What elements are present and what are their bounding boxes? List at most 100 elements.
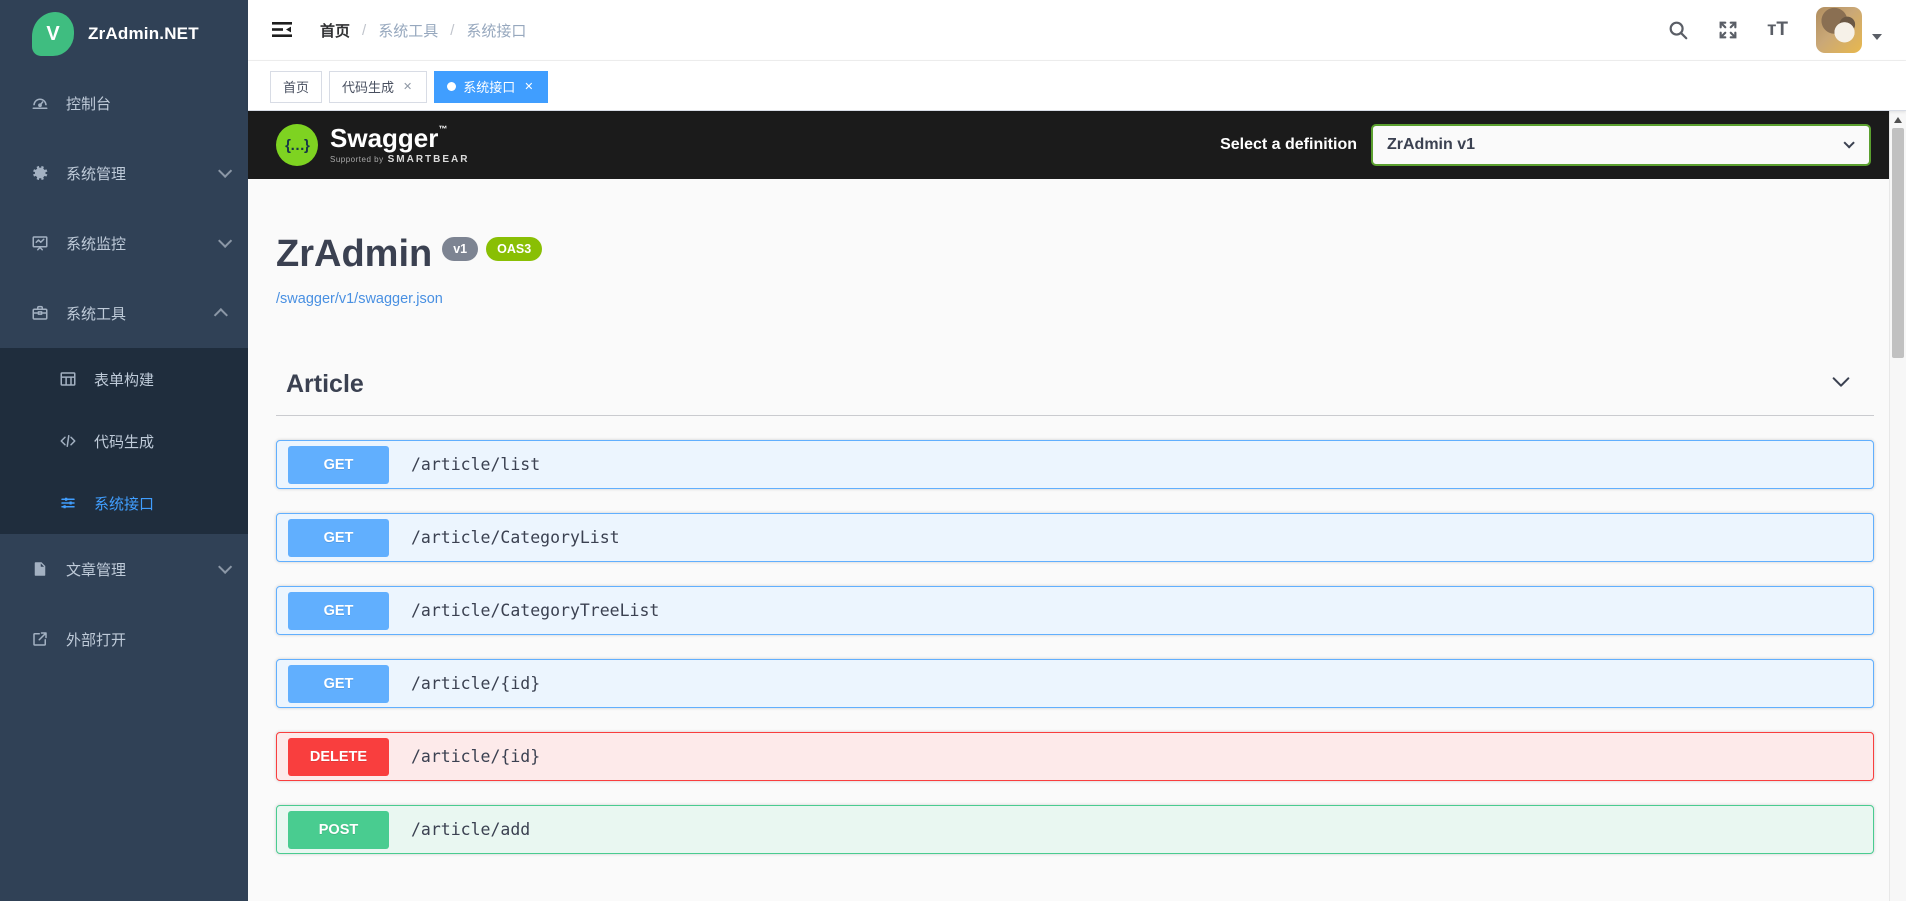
sidebar-item-code-generation[interactable]: 代码生成 <box>0 410 248 472</box>
endpoint-row[interactable]: GET /article/{id} <box>276 659 1874 708</box>
app-title: ZrAdmin.NET <box>88 24 199 43</box>
tab-label: 首页 <box>283 80 310 95</box>
sidebar-item-label: 文章管理 <box>66 561 127 579</box>
sidebar: V ZrAdmin.NET 控制台 系统管理 系统监控 系统工具 表单构建 代码… <box>0 0 248 901</box>
supported-by-line: Supported by SMARTBEAR <box>330 154 470 165</box>
sidebar-item-system-tools[interactable]: 系统工具 <box>0 278 248 348</box>
spec-json-link[interactable]: /swagger/v1/swagger.json <box>276 291 443 307</box>
section-title: Article <box>286 370 364 398</box>
tag-view-bar: 首页 代码生成 ✕ 系统接口 ✕ <box>248 61 1906 111</box>
endpoint-path: /article/list <box>411 455 541 474</box>
sidebar-item-dashboard[interactable]: 控制台 <box>0 68 248 138</box>
sidebar-item-label: 控制台 <box>66 95 112 113</box>
avatar[interactable] <box>1816 7 1862 53</box>
api-title: ZrAdmin <box>276 233 433 275</box>
fullscreen-icon[interactable] <box>1717 19 1739 41</box>
sidebar-item-label: 表单构建 <box>94 371 155 389</box>
scroll-up-arrow-icon[interactable] <box>1894 117 1902 123</box>
swagger-wordmark: Swagger™ <box>330 123 448 153</box>
definition-select-group: Select a definition ZrAdmin v1 <box>1220 124 1871 166</box>
sidebar-menu: 控制台 系统管理 系统监控 系统工具 表单构建 代码生成 系统接口 文章管理 外… <box>0 68 248 901</box>
endpoint-path: /article/CategoryTreeList <box>411 601 660 620</box>
api-title-row: ZrAdmin v1 OAS3 <box>276 235 1874 273</box>
method-badge: GET <box>288 591 389 630</box>
search-icon[interactable] <box>1667 19 1689 41</box>
chevron-down-icon <box>218 559 233 574</box>
logo-letter: V <box>46 22 60 45</box>
sidebar-item-label: 代码生成 <box>94 433 155 451</box>
chevron-down-icon <box>218 233 233 248</box>
chevron-down-icon <box>218 163 233 178</box>
sidebar-item-system-monitor[interactable]: 系统监控 <box>0 208 248 278</box>
breadcrumb: 首页 / 系统工具 / 系统接口 <box>320 20 526 41</box>
navbar-actions: тT <box>1667 7 1882 53</box>
method-badge: DELETE <box>288 737 389 776</box>
chevron-up-icon <box>213 308 228 323</box>
sidebar-item-article-management[interactable]: 文章管理 <box>0 534 248 604</box>
active-dot-icon <box>447 82 457 91</box>
app-logo[interactable]: V ZrAdmin.NET <box>0 0 248 68</box>
top-navbar: 首页 / 系统工具 / 系统接口 тT <box>248 0 1906 61</box>
swagger-logo: {…} Swagger™ Supported by SMARTBEAR <box>276 124 469 166</box>
sidebar-item-label: 系统接口 <box>94 495 155 513</box>
sidebar-collapse-icon[interactable] <box>270 19 294 41</box>
method-badge: GET <box>288 664 389 703</box>
breadcrumb-system-api: 系统接口 <box>466 22 527 40</box>
smartbear-logo-text: SMARTBEAR <box>387 154 470 165</box>
endpoint-row[interactable]: GET /article/list <box>276 440 1874 489</box>
external-link-icon <box>30 629 50 649</box>
close-icon[interactable]: ✕ <box>401 79 414 94</box>
code-icon <box>58 431 78 451</box>
vertical-scrollbar[interactable] <box>1889 111 1906 901</box>
form-table-icon <box>58 369 78 389</box>
sidebar-item-label: 系统监控 <box>66 235 127 253</box>
endpoint-row[interactable]: POST /article/add <box>276 805 1874 854</box>
sidebar-item-form-builder[interactable]: 表单构建 <box>0 348 248 410</box>
logo-icon: V <box>32 12 74 56</box>
sidebar-item-system-management[interactable]: 系统管理 <box>0 138 248 208</box>
scrollbar-thumb[interactable] <box>1892 128 1904 358</box>
endpoint-path: /article/{id} <box>411 747 541 766</box>
chevron-down-icon <box>1843 137 1855 149</box>
dashboard-icon <box>30 93 50 113</box>
section-chevron-down-icon[interactable] <box>1830 371 1852 398</box>
endpoint-row[interactable]: GET /article/CategoryList <box>276 513 1874 562</box>
article-section-header[interactable]: Article <box>276 370 1874 416</box>
toolbox-icon <box>30 303 50 323</box>
version-badge: v1 <box>442 237 479 261</box>
endpoint-row[interactable]: GET /article/CategoryTreeList <box>276 586 1874 635</box>
gear-icon <box>30 163 50 183</box>
select-definition-label: Select a definition <box>1220 136 1357 153</box>
system-tools-submenu: 表单构建 代码生成 系统接口 <box>0 348 248 534</box>
document-icon <box>30 559 50 579</box>
sidebar-item-external-open[interactable]: 外部打开 <box>0 604 248 674</box>
oas3-badge: OAS3 <box>486 237 543 261</box>
swagger-topbar: {…} Swagger™ Supported by SMARTBEAR Selec… <box>248 111 1889 179</box>
api-info-block: ZrAdmin v1 OAS3 /swagger/v1/swagger.json <box>276 235 1874 308</box>
definition-select[interactable]: ZrAdmin v1 <box>1371 124 1871 166</box>
method-badge: GET <box>288 518 389 557</box>
sidebar-item-label: 系统工具 <box>66 305 127 323</box>
user-menu[interactable] <box>1816 7 1882 53</box>
monitor-icon <box>30 233 50 253</box>
caret-down-icon <box>1872 34 1882 40</box>
breadcrumb-separator: / <box>450 21 455 39</box>
definition-select-value: ZrAdmin v1 <box>1387 136 1476 153</box>
sidebar-item-system-api[interactable]: 系统接口 <box>0 472 248 534</box>
tab-home[interactable]: 首页 <box>270 70 323 103</box>
method-badge: POST <box>288 810 389 849</box>
breadcrumb-separator: / <box>362 21 367 39</box>
close-icon[interactable]: ✕ <box>522 79 535 94</box>
breadcrumb-home[interactable]: 首页 <box>320 20 350 41</box>
tab-code-generation[interactable]: 代码生成 ✕ <box>329 70 428 103</box>
font-size-icon[interactable]: тT <box>1767 19 1788 41</box>
swagger-braces-icon: {…} <box>276 124 318 166</box>
swagger-frame: {…} Swagger™ Supported by SMARTBEAR Selec… <box>248 111 1906 901</box>
tab-system-api[interactable]: 系统接口 ✕ <box>434 70 549 103</box>
tab-label: 系统接口 <box>463 80 516 95</box>
swagger-content: ZrAdmin v1 OAS3 /swagger/v1/swagger.json… <box>248 179 1889 901</box>
endpoint-path: /article/{id} <box>411 674 541 693</box>
swagger-wordmark-group: Swagger™ Supported by SMARTBEAR <box>330 123 470 166</box>
tab-label: 代码生成 <box>342 80 395 95</box>
endpoint-row[interactable]: DELETE /article/{id} <box>276 732 1874 781</box>
